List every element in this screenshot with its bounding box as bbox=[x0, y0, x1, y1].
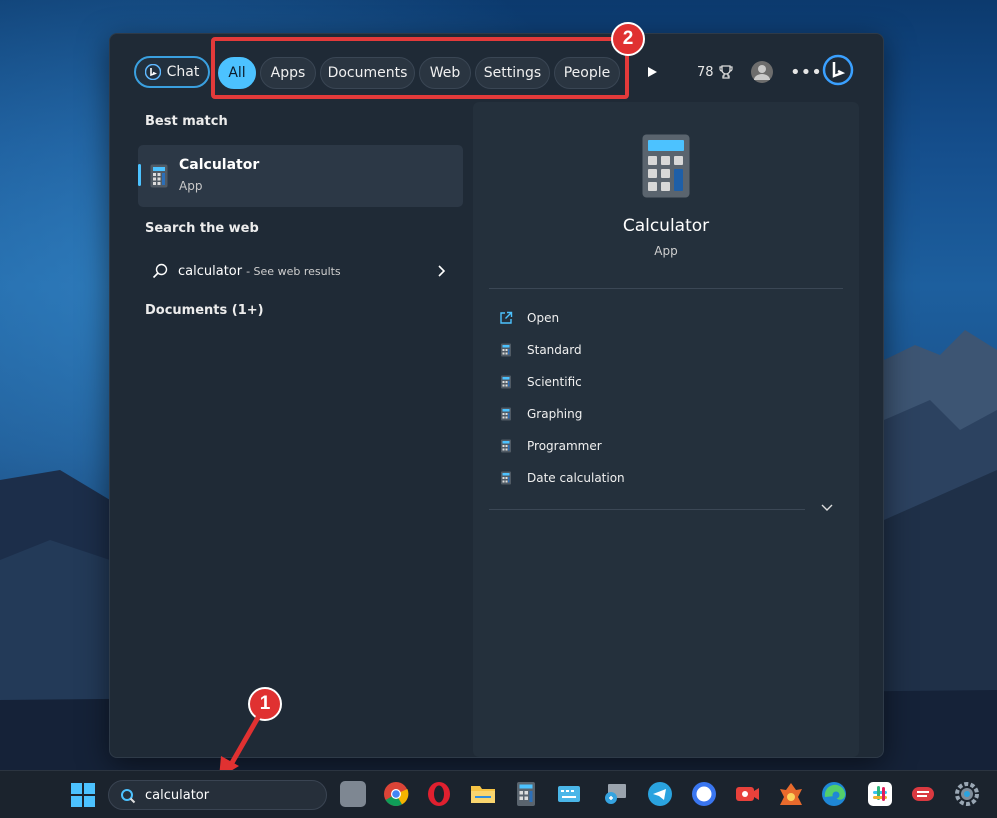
signal-icon[interactable] bbox=[691, 781, 717, 807]
ellipsis-icon: ••• bbox=[790, 61, 822, 83]
screen-recorder-icon[interactable] bbox=[734, 781, 760, 807]
calculator-icon bbox=[501, 375, 511, 389]
filters-highlight-box bbox=[211, 37, 629, 99]
open-external-icon bbox=[500, 311, 513, 324]
magnifier-app-icon[interactable] bbox=[602, 781, 628, 807]
calculator-icon bbox=[501, 407, 511, 421]
opera-icon[interactable] bbox=[426, 781, 452, 807]
documents-heading[interactable]: Documents (1+) bbox=[145, 303, 264, 318]
slack-icon[interactable] bbox=[867, 781, 893, 807]
selection-accent bbox=[138, 164, 141, 186]
taskbar-search-box[interactable]: calculator bbox=[108, 780, 327, 810]
rewards-points[interactable]: 78 bbox=[697, 58, 734, 86]
details-app-type: App bbox=[654, 244, 678, 258]
chat-label: Chat bbox=[166, 64, 200, 80]
annotation-badge-2: 2 bbox=[611, 22, 645, 56]
keyboard-app-icon[interactable] bbox=[556, 781, 582, 807]
trophy-icon bbox=[718, 65, 733, 79]
action-programmer[interactable]: Programmer bbox=[499, 435, 602, 457]
taskbar: calculator bbox=[0, 770, 997, 818]
game-app-icon[interactable] bbox=[778, 781, 804, 807]
avatar-icon bbox=[751, 61, 773, 83]
file-explorer-icon[interactable] bbox=[470, 781, 496, 807]
search-window: Chat All Apps Documents Web Settings Peo… bbox=[109, 22, 884, 758]
bing-icon bbox=[144, 64, 161, 80]
action-label: Standard bbox=[527, 343, 582, 357]
action-open[interactable]: Open bbox=[499, 307, 559, 329]
action-graphing[interactable]: Graphing bbox=[499, 403, 582, 425]
search-icon bbox=[152, 263, 168, 279]
action-label: Programmer bbox=[527, 439, 602, 453]
web-hint: - See web results bbox=[246, 264, 341, 278]
calculator-taskbar-icon[interactable] bbox=[513, 781, 539, 807]
action-scientific[interactable]: Scientific bbox=[499, 371, 582, 393]
bing-icon bbox=[822, 54, 854, 86]
settings-gear-icon[interactable] bbox=[954, 781, 980, 807]
web-result-calculator[interactable]: calculator - See web results bbox=[138, 254, 463, 288]
expressvpn-icon[interactable] bbox=[910, 781, 936, 807]
badge-number: 2 bbox=[622, 28, 634, 49]
more-filters-button[interactable] bbox=[646, 58, 658, 86]
bing-chat-button[interactable] bbox=[822, 54, 854, 86]
points-value: 78 bbox=[697, 64, 714, 80]
action-label: Date calculation bbox=[527, 471, 625, 485]
chrome-icon[interactable] bbox=[383, 781, 409, 807]
calculator-icon bbox=[501, 471, 511, 485]
chevron-right-icon bbox=[438, 265, 445, 277]
action-label: Graphing bbox=[527, 407, 583, 421]
best-match-type: App bbox=[179, 179, 203, 193]
profile-avatar[interactable] bbox=[750, 58, 774, 86]
windows-start-icon[interactable] bbox=[71, 783, 95, 807]
details-panel: Calculator App Open Standard Scientific … bbox=[473, 102, 859, 757]
best-match-calculator[interactable]: Calculator App bbox=[138, 145, 463, 207]
web-query: calculator bbox=[178, 263, 243, 279]
play-arrow-icon bbox=[648, 67, 657, 77]
search-icon bbox=[121, 789, 136, 804]
best-match-heading: Best match bbox=[145, 114, 228, 129]
task-view-icon[interactable] bbox=[340, 781, 366, 807]
action-date-calculation[interactable]: Date calculation bbox=[499, 467, 625, 489]
calculator-icon bbox=[150, 164, 168, 188]
calculator-icon bbox=[501, 343, 511, 357]
action-label: Open bbox=[527, 311, 560, 325]
chat-button[interactable]: Chat bbox=[134, 56, 210, 88]
taskbar-search-value: calculator bbox=[145, 787, 210, 803]
divider bbox=[489, 288, 843, 289]
telegram-icon[interactable] bbox=[647, 781, 673, 807]
edge-icon[interactable] bbox=[821, 781, 847, 807]
best-match-name: Calculator bbox=[179, 157, 260, 173]
action-label: Scientific bbox=[527, 375, 582, 389]
calculator-large-icon bbox=[642, 134, 690, 198]
chevron-down-icon[interactable] bbox=[821, 504, 833, 512]
action-standard[interactable]: Standard bbox=[499, 339, 582, 361]
more-options-button[interactable]: ••• bbox=[790, 58, 822, 86]
divider bbox=[489, 509, 805, 510]
search-web-heading: Search the web bbox=[145, 221, 259, 236]
details-app-name: Calculator bbox=[622, 216, 710, 236]
calculator-icon bbox=[501, 439, 511, 453]
